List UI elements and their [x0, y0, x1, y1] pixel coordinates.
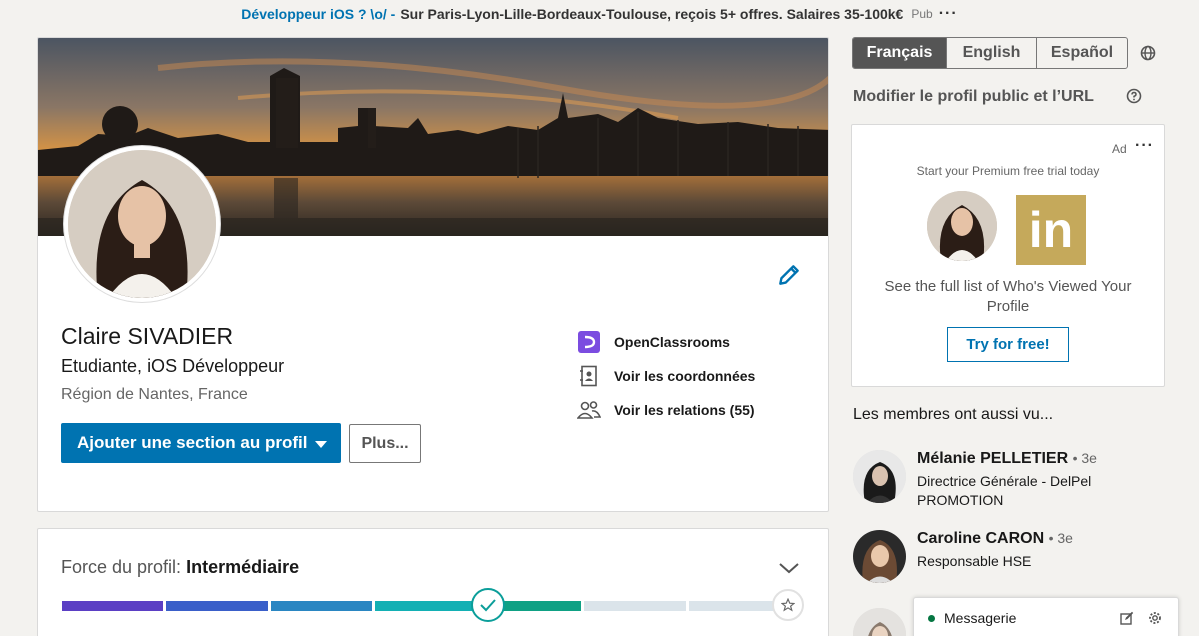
help-icon[interactable] [1126, 88, 1142, 104]
ad-user-avatar [927, 191, 997, 261]
connections-link[interactable]: Voir les relations (55) [577, 393, 755, 427]
person-degree: • 3e [1048, 530, 1073, 546]
caret-down-icon [315, 441, 327, 448]
profile-card: Claire SIVADIER Etudiante, iOS Développe… [37, 37, 829, 512]
person-title: Responsable HSE [917, 553, 1032, 569]
profile-strength-meter [62, 601, 790, 611]
profile-avatar[interactable] [64, 146, 220, 302]
also-viewed-person[interactable]: Mélanie PELLETIER • 3e Directrice Généra… [853, 450, 1117, 510]
contact-info-link[interactable]: Voir les coordonnées [577, 359, 755, 393]
ad-more-icon[interactable]: ··· [1135, 137, 1154, 155]
profile-name: Claire SIVADIER [61, 323, 234, 349]
messaging-bar[interactable]: Messagerie [913, 597, 1179, 636]
also-viewed-person-partial[interactable] [853, 608, 917, 636]
ad-tagline: Start your Premium free trial today [916, 164, 1100, 178]
strength-segment [62, 601, 164, 611]
premium-ad-card: Ad ··· Start your Premium free trial tod… [851, 124, 1165, 387]
chevron-down-icon[interactable] [778, 561, 800, 575]
person-name: Mélanie PELLETIER [917, 450, 1069, 467]
top-ad-link[interactable]: Développeur iOS ? \o/ - [241, 6, 395, 22]
add-profile-section-button[interactable]: Ajouter une section au profil [61, 423, 341, 463]
edit-public-profile-link[interactable]: Modifier le profil public et l’URL [853, 88, 1094, 106]
ad-label: Ad [1112, 142, 1127, 156]
try-premium-button[interactable]: Try for free! [947, 327, 1069, 362]
strength-segment [584, 601, 686, 611]
strength-segment [375, 601, 477, 611]
compose-icon[interactable] [1120, 611, 1134, 625]
linkedin-logo-icon: in [1016, 195, 1086, 265]
avatar [853, 450, 906, 503]
address-book-icon [577, 364, 601, 388]
edit-profile-pencil-icon[interactable] [776, 262, 802, 288]
language-option[interactable]: Español [1037, 38, 1127, 68]
top-ad-label: Pub [911, 7, 933, 21]
messaging-label: Messagerie [944, 610, 1017, 626]
language-option[interactable]: Français [853, 38, 947, 68]
person-title: Directrice Générale - DelPel PROMOTION [917, 473, 1092, 508]
strength-segment [166, 601, 268, 611]
profile-location: Région de Nantes, France [61, 386, 248, 403]
person-name: Caroline CARON [917, 530, 1045, 547]
openclassrooms-logo-icon [577, 330, 601, 354]
top-ad-more-icon[interactable]: ··· [939, 5, 958, 23]
connections-label: Voir les relations (55) [614, 402, 755, 418]
language-toggle: Français English Español [852, 37, 1128, 69]
add-profile-section-label: Ajouter une section au profil [77, 433, 308, 452]
top-ad-text: Sur Paris-Lyon-Lille-Bordeaux-Toulouse, … [400, 6, 904, 22]
ad-description: See the full list of Who's Viewed Your P… [884, 278, 1132, 315]
checkmark-icon [471, 588, 505, 622]
avatar [853, 530, 906, 583]
top-ad-banner[interactable]: Développeur iOS ? \o/ - Sur Paris-Lyon-L… [0, 0, 1199, 28]
online-status-icon [928, 614, 935, 622]
more-actions-button[interactable]: Plus... [349, 424, 421, 463]
profile-strength-level: Intermédiaire [186, 557, 300, 577]
avatar [853, 608, 906, 636]
school-name: OpenClassrooms [614, 334, 730, 350]
profile-strength-card: Force du profil: Intermédiaire [37, 528, 829, 636]
also-viewed-title: Les membres ont aussi vu... [853, 406, 1054, 423]
profile-strength-label: Force du profil: [61, 557, 182, 577]
people-icon [577, 398, 601, 422]
language-option[interactable]: English [947, 38, 1037, 68]
star-icon [772, 589, 804, 621]
globe-icon[interactable] [1140, 45, 1156, 61]
also-viewed-person[interactable]: Caroline CARON • 3e Responsable HSE [853, 530, 1073, 583]
gear-icon[interactable] [1148, 611, 1162, 625]
profile-strength-title: Force du profil: Intermédiaire [61, 557, 299, 578]
contact-info-label: Voir les coordonnées [614, 368, 756, 384]
strength-segment [270, 601, 373, 611]
profile-side-links: OpenClassrooms Voir les coordonnées Voir… [577, 325, 755, 427]
person-degree: • 3e [1072, 450, 1097, 466]
profile-headline: Etudiante, iOS Développeur [61, 356, 285, 376]
school-link[interactable]: OpenClassrooms [577, 325, 755, 359]
